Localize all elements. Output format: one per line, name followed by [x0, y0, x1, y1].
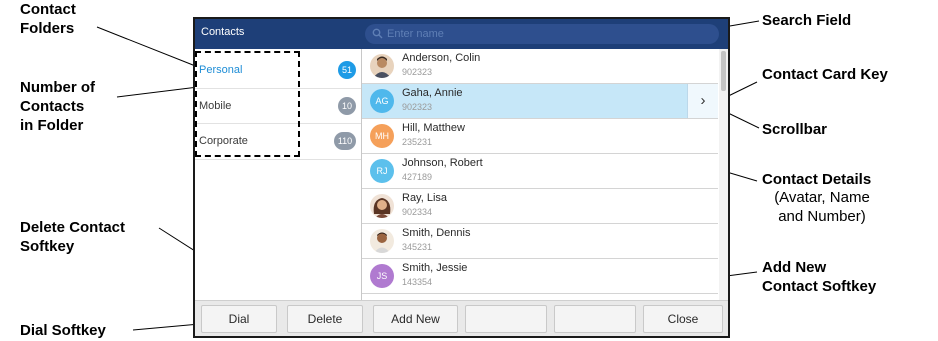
contact-name: Johnson, Robert: [402, 157, 483, 169]
contact-number: 143354: [402, 277, 433, 287]
callout-contact-details-sub: (Avatar, Name and Number): [774, 189, 870, 225]
contact-list: Anderson, Colin 902323 AG Gaha, Annie 90…: [362, 49, 718, 300]
avatar-initials: MH: [370, 124, 394, 148]
title-bar: Contacts Enter name: [195, 19, 728, 49]
softkey-bar: Dial Delete Add New Close: [195, 300, 728, 336]
contact-row-selected[interactable]: AG Gaha, Annie 902323 ›: [362, 84, 718, 119]
search-field[interactable]: Enter name: [365, 24, 719, 44]
contact-row[interactable]: Smith, Dennis 345231: [362, 224, 718, 259]
contact-row[interactable]: Anderson, Colin 902323: [362, 49, 718, 84]
avatar-photo: [370, 54, 394, 78]
callout-add-new-softkey: Add New Contact Softkey: [762, 259, 877, 295]
folder-count-badge: 51: [338, 61, 356, 79]
chevron-right-icon: ›: [700, 92, 706, 109]
avatar-photo: [370, 194, 394, 218]
leader-scrollbar: [725, 111, 760, 129]
callout-delete-softkey: Delete Contact Softkey: [20, 219, 126, 255]
callout-contact-folders: Contact Folders: [20, 1, 76, 37]
callout-search-field: Search Field: [762, 12, 852, 29]
avatar-photo: [370, 229, 394, 253]
avatar-initials: JS: [370, 264, 394, 288]
avatar-initials: RJ: [370, 159, 394, 183]
contact-number: 902334: [402, 207, 433, 217]
contact-name: Anderson, Colin: [402, 52, 481, 64]
softkey-empty-2[interactable]: [554, 305, 636, 333]
contact-name: Smith, Dennis: [402, 227, 471, 239]
folder-count-badge: 10: [338, 97, 356, 115]
contact-row[interactable]: Ray, Lisa 902334: [362, 189, 718, 224]
callout-number-of-contacts: Number of Contacts in Folder: [20, 79, 95, 134]
folder-count-badge: 110: [334, 132, 356, 150]
folders-highlight-box: [195, 51, 300, 157]
search-icon: [372, 28, 383, 39]
callout-contact-card-key: Contact Card Key: [762, 66, 888, 83]
avatar-initials: AG: [370, 89, 394, 113]
softkey-delete[interactable]: Delete: [287, 305, 363, 333]
softkey-dial[interactable]: Dial: [201, 305, 277, 333]
folder-list: Personal 51 Mobile 10 Corporate 110: [195, 49, 362, 300]
phone-contacts-screen: Contacts Enter name Personal 51 Mobile 1…: [193, 17, 730, 338]
scrollbar-thumb[interactable]: [721, 51, 726, 91]
contact-name: Ray, Lisa: [402, 192, 448, 204]
contact-number: 902323: [402, 67, 433, 77]
contact-row[interactable]: JS Smith, Jessie 143354: [362, 259, 718, 294]
contact-card-key[interactable]: ›: [687, 84, 718, 118]
screen-title: Contacts: [201, 26, 245, 38]
contact-row[interactable]: RJ Johnson, Robert 427189: [362, 154, 718, 189]
callout-dial-softkey: Dial Softkey: [20, 322, 106, 339]
softkey-close[interactable]: Close: [643, 305, 723, 333]
callout-scrollbar: Scrollbar: [762, 121, 828, 138]
contact-number: 902323: [402, 102, 433, 112]
contact-number: 427189: [402, 172, 433, 182]
leader-contact-folders: [96, 26, 199, 68]
softkey-empty-1[interactable]: [465, 305, 547, 333]
softkey-add-new[interactable]: Add New: [373, 305, 458, 333]
contact-name: Smith, Jessie: [402, 262, 468, 274]
contact-number: 235231: [402, 137, 433, 147]
scrollbar[interactable]: [719, 49, 728, 300]
contact-number: 345231: [402, 242, 433, 252]
search-placeholder: Enter name: [387, 28, 444, 40]
callout-contact-details: Contact Details: [762, 171, 872, 188]
contact-name: Hill, Matthew: [402, 122, 465, 134]
contact-name: Gaha, Annie: [402, 87, 463, 99]
contact-row[interactable]: MH Hill, Matthew 235231: [362, 119, 718, 154]
